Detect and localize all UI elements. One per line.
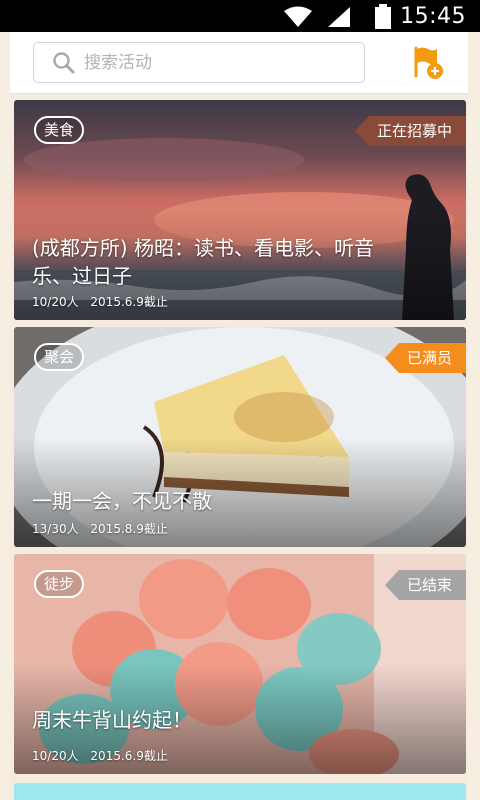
signal-icon [328,7,350,27]
wifi-icon [284,6,312,27]
top-bar [10,32,468,94]
activity-meta: 10/20人 2015.6.9截止 [32,293,168,310]
category-tag: 聚会 [34,343,85,371]
activity-title: 周末牛背山约起！ [32,708,192,732]
participant-count: 13/30人 [32,522,79,536]
status-badge: 已满员 [384,343,466,373]
activity-title: (成都方所) 杨昭：读书、看电影、听音乐、过日子 [32,236,374,288]
status-badge: 已结束 [384,570,466,600]
activity-title: 一期一会，不见不散 [32,489,212,513]
activity-card[interactable] [14,783,466,800]
status-bar: 15:45 [0,0,480,32]
search-box[interactable] [33,42,365,83]
activity-meta: 13/30人 2015.8.9截止 [32,520,168,537]
search-icon [53,52,75,74]
status-badge: 正在招募中 [354,116,466,146]
participant-count: 10/20人 [32,295,79,309]
frame-left [0,32,10,800]
deadline: 2015.8.9截止 [90,522,168,536]
frame-right [468,32,480,800]
activity-card[interactable]: 聚会 已满员 一期一会，不见不散 13/30人 2015.8.9截止 [14,327,466,547]
deadline: 2015.6.9截止 [90,749,168,763]
participant-count: 10/20人 [32,749,79,763]
deadline: 2015.6.9截止 [90,295,168,309]
activity-card[interactable]: 美食 正在招募中 (成都方所) 杨昭：读书、看电影、听音乐、过日子 10/20人… [14,100,466,320]
activity-card[interactable]: 徒步 已结束 周末牛背山约起！ 10/20人 2015.6.9截止 [14,554,466,774]
activity-meta: 10/20人 2015.6.9截止 [32,747,168,764]
category-tag: 徒步 [34,570,85,598]
search-input[interactable] [84,49,354,77]
category-tag: 美食 [34,116,85,144]
battery-icon [375,4,391,29]
add-activity-flag-icon[interactable] [412,46,444,80]
clock: 15:45 [400,4,466,29]
